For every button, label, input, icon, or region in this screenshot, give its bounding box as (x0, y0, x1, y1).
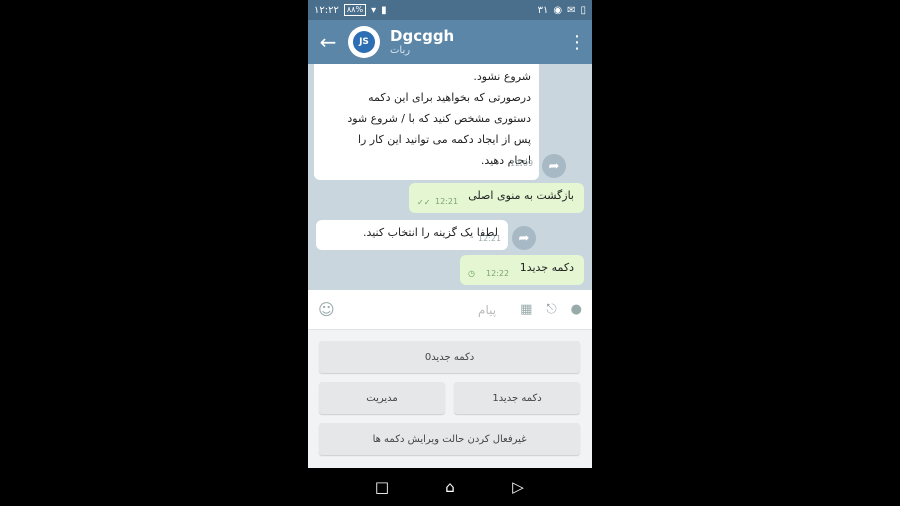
message-bubble-outgoing[interactable]: دکمه جدید1 12:22 ◷ (460, 255, 584, 285)
more-menu-icon[interactable]: ⋮ (562, 32, 592, 53)
message-line: شروع نشود. (473, 70, 531, 83)
notification-icon: ◉ (553, 4, 563, 16)
message-line: انجام دهید. (480, 154, 531, 167)
chat-area[interactable]: شروع نشود. درصورتی که بخواهید برای این د… (308, 64, 592, 290)
status-number: ۳۱ (537, 4, 549, 16)
message-line: درصورتی که بخواهید برای این دکمه (368, 91, 531, 104)
message-line: پس از ایجاد دکمه می توانید این کار را (357, 133, 531, 146)
android-nav-bar: □ ⌂ ▷ (308, 468, 592, 506)
mail-icon: ✉ (567, 4, 576, 16)
avatar[interactable]: JS (348, 26, 380, 58)
status-time: ۱۲:۲۲ (314, 4, 339, 16)
message-bubble-incoming[interactable]: شروع نشود. درصورتی که بخواهید برای این د… (314, 64, 539, 180)
status-bar: ۱۲:۲۲ ۸۸% ▾ ▮ ۳۱ ◉ ✉ ▯ (308, 0, 592, 20)
message-bubble-incoming[interactable]: لطفا یک گزینه را انتخاب کنید. 12:21 (316, 220, 508, 250)
home-icon[interactable]: ⌂ (435, 478, 465, 496)
battery-percent: ۸۸% (343, 4, 367, 16)
message-bubble-outgoing[interactable]: بازگشت به منوی اصلی 12:21 ✓✓ (409, 183, 584, 213)
battery-icon: ▮ (381, 4, 387, 16)
emoji-icon[interactable]: ☺ (318, 300, 340, 319)
back-triangle-icon[interactable]: ▷ (503, 478, 533, 496)
phone-screen: ۱۲:۲۲ ۸۸% ▾ ▮ ۳۱ ◉ ✉ ▯ ← JS Dgcggh ربات … (308, 0, 592, 506)
chat-subtitle: ربات (390, 44, 411, 56)
avatar-initials: JS (353, 31, 375, 53)
app-bar: ← JS Dgcggh ربات ⋮ (308, 20, 592, 64)
forward-icon[interactable]: ➦ (542, 154, 566, 178)
keyboard-button-new1[interactable]: دکمه جدید1 (454, 382, 580, 414)
bot-keyboard: دکمه جدید0 دکمه جدید1 مدیریت غیرفعال کرد… (308, 330, 592, 468)
message-time: 12:21 (435, 197, 459, 206)
microphone-icon[interactable]: ● (571, 302, 582, 317)
pending-clock-icon: ◷ (468, 269, 475, 278)
sim-icon: ▯ (580, 4, 586, 16)
message-time: 12:09 (510, 159, 534, 168)
message-time: 12:22 (486, 269, 510, 278)
chat-titles[interactable]: Dgcggh ربات (390, 26, 562, 57)
forward-icon[interactable]: ➦ (512, 226, 536, 250)
message-text: بازگشت به منوی اصلی (468, 189, 574, 202)
keyboard-button-manage[interactable]: مدیریت (319, 382, 445, 414)
message-line: دستوری مشخص کنید که با / شروع شود (347, 112, 531, 125)
wifi-icon: ▾ (371, 4, 377, 16)
back-arrow-icon[interactable]: ← (308, 30, 348, 54)
message-text: دکمه جدید1 (519, 261, 574, 274)
keyboard-button-toggle-edit[interactable]: غیرفعال کردن حالت ویرایش دکمه ها (319, 423, 580, 455)
chat-title: Dgcggh (390, 26, 455, 45)
keyboard-button-new0[interactable]: دکمه جدید0 (319, 341, 580, 373)
recents-icon[interactable]: □ (367, 478, 397, 496)
message-time: 12:21 (478, 234, 502, 243)
attach-icon[interactable]: ⎋ (546, 302, 556, 317)
message-input-bar: ☺ پیام ▦ ⎋ ● (308, 290, 592, 330)
bot-keyboard-icon[interactable]: ▦ (520, 302, 532, 317)
read-check-icon: ✓✓ (417, 198, 431, 207)
message-input[interactable]: پیام (340, 303, 506, 317)
